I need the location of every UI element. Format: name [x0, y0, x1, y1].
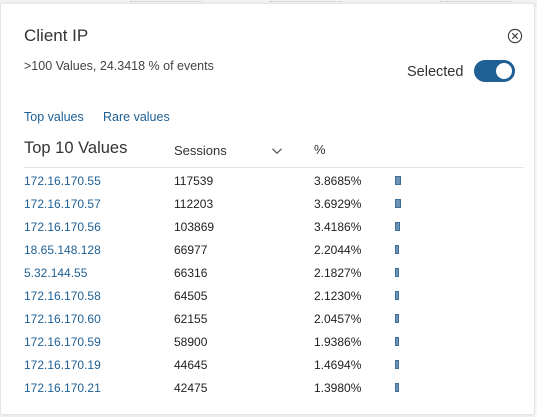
percent-bar-track [395, 314, 455, 323]
percent-bar [395, 199, 401, 208]
table-row: 5.32.144.55 66316 2.1827% [24, 261, 524, 284]
table-row: 172.16.170.57 112203 3.6929% [24, 192, 524, 215]
percent-bar [395, 268, 399, 277]
tab-rare-values[interactable]: Rare values [103, 110, 170, 124]
sessions-count: 58900 [174, 335, 208, 349]
toggle-knob [496, 63, 512, 79]
percent-bar-track [395, 176, 455, 185]
table-title: Top 10 Values [24, 139, 128, 157]
column-header-sessions[interactable]: Sessions [174, 143, 227, 158]
sessions-count: 66977 [174, 243, 208, 257]
sessions-count: 42475 [174, 381, 208, 395]
ip-value-link[interactable]: 172.16.170.55 [24, 174, 101, 188]
percent-value: 1.9386% [314, 335, 362, 349]
ip-value-link[interactable]: 172.16.170.59 [24, 335, 101, 349]
percent-bar [395, 337, 399, 346]
column-header-percent: % [314, 142, 326, 157]
sessions-count: 62155 [174, 312, 208, 326]
percent-bar-track [395, 199, 455, 208]
percent-value: 2.2044% [314, 243, 362, 257]
chevron-down-icon [272, 148, 282, 155]
percent-value: 1.4694% [314, 358, 362, 372]
percent-value: 3.6929% [314, 197, 362, 211]
ip-value-link[interactable]: 172.16.170.56 [24, 220, 101, 234]
ip-value-link[interactable]: 172.16.170.60 [24, 312, 101, 326]
selected-toggle[interactable] [474, 60, 515, 82]
field-values-popover: Client IP >100 Values, 24.3418 % of even… [0, 3, 535, 415]
background-fragment [270, 0, 342, 2]
percent-bar [395, 314, 399, 323]
background-fragment [440, 0, 512, 2]
popover-title: Client IP [24, 26, 89, 45]
percent-bar [395, 245, 399, 254]
ip-value-link[interactable]: 172.16.170.21 [24, 381, 101, 395]
percent-bar-track [395, 268, 455, 277]
sessions-count: 117539 [174, 174, 214, 188]
tab-top-values[interactable]: Top values [24, 110, 84, 124]
percent-value: 2.1230% [314, 289, 362, 303]
percent-bar [395, 360, 399, 369]
percent-value: 2.1827% [314, 266, 362, 280]
close-button[interactable] [507, 28, 523, 44]
sessions-count: 44645 [174, 358, 208, 372]
ip-value-link[interactable]: 5.32.144.55 [24, 266, 87, 280]
ip-value-link[interactable]: 18.65.148.128 [24, 243, 101, 257]
table-row: 172.16.170.19 44645 1.4694% [24, 353, 524, 376]
percent-bar-track [395, 337, 455, 346]
percent-value: 3.8685% [314, 174, 362, 188]
ip-value-link[interactable]: 172.16.170.57 [24, 197, 101, 211]
percent-bar-track [395, 222, 455, 231]
table-row: 172.16.170.58 64505 2.1230% [24, 284, 524, 307]
background-fragment [130, 0, 202, 2]
table-row: 172.16.170.59 58900 1.9386% [24, 330, 524, 353]
sessions-count: 64505 [174, 289, 208, 303]
percent-bar [395, 176, 401, 185]
percent-value: 3.4186% [314, 220, 362, 234]
ip-value-link[interactable]: 172.16.170.58 [24, 289, 101, 303]
percent-bar-track [395, 360, 455, 369]
table-row: 172.16.170.56 103869 3.4186% [24, 215, 524, 238]
values-summary: >100 Values, 24.3418 % of events [24, 59, 214, 73]
close-circle-icon [507, 28, 523, 44]
table-row: 172.16.170.60 62155 2.0457% [24, 307, 524, 330]
percent-bar [395, 222, 400, 231]
percent-value: 2.0457% [314, 312, 362, 326]
sessions-count: 112203 [174, 197, 214, 211]
values-table-body: 172.16.170.55 117539 3.8685% 172.16.170.57 1… [24, 169, 524, 399]
selected-label: Selected [407, 64, 464, 80]
sort-dropdown[interactable] [271, 144, 283, 156]
sessions-count: 66316 [174, 266, 208, 280]
table-row: 172.16.170.55 117539 3.8685% [24, 169, 524, 192]
sessions-count: 103869 [174, 220, 215, 234]
table-row: 18.65.148.128 66977 2.2044% [24, 238, 524, 261]
percent-bar [395, 383, 399, 392]
percent-bar-track [395, 245, 455, 254]
table-row: 172.16.170.21 42475 1.3980% [24, 376, 524, 399]
percent-bar-track [395, 383, 455, 392]
table-header: Top 10 Values Sessions % [24, 138, 524, 168]
percent-bar [395, 291, 399, 300]
percent-value: 1.3980% [314, 381, 362, 395]
percent-bar-track [395, 291, 455, 300]
ip-value-link[interactable]: 172.16.170.19 [24, 358, 101, 372]
